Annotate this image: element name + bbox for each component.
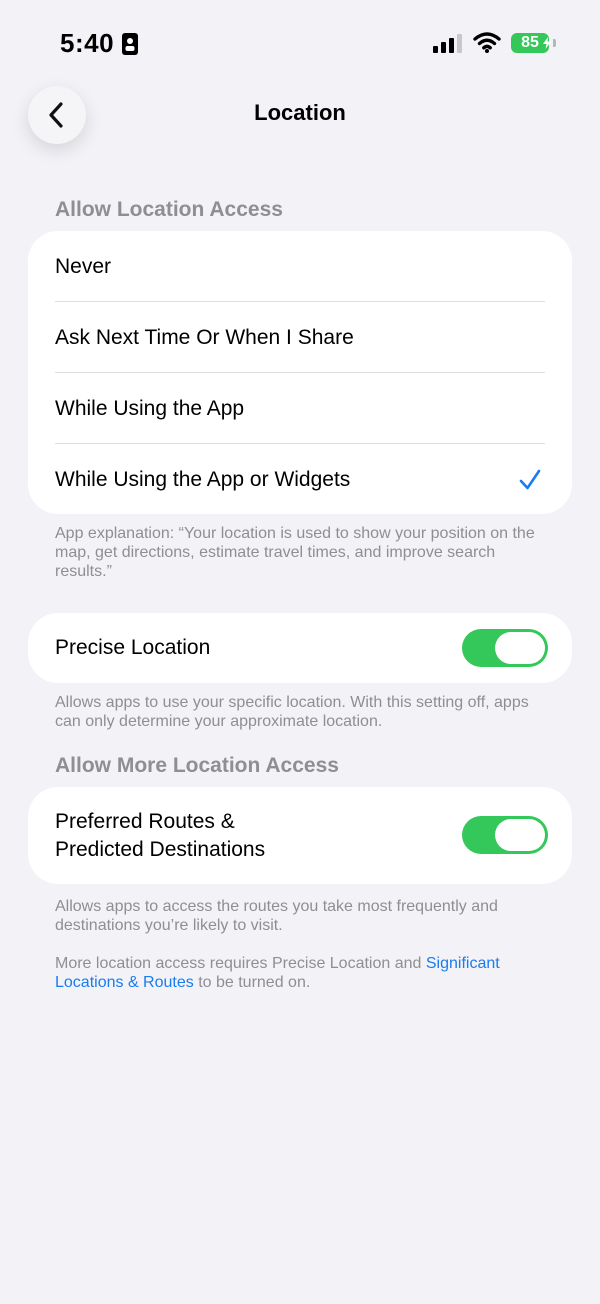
option-label: Ask Next Time Or When I Share — [55, 325, 354, 349]
preferred-routes-label-line1: Preferred Routes & — [55, 809, 235, 833]
option-while-using-app[interactable]: While Using the App — [28, 373, 572, 444]
section-header-allow-more-location-access: Allow More Location Access — [55, 754, 339, 777]
option-never[interactable]: Never — [28, 231, 572, 302]
toggle-knob — [495, 632, 545, 664]
requirement-prefix: More location access requires Precise Lo… — [55, 955, 426, 972]
precise-location-label: Precise Location — [55, 636, 211, 659]
preferred-routes-footnote: Allows apps to access the routes you tak… — [55, 898, 498, 934]
requirement-note: More location access requires Precise Lo… — [55, 954, 555, 992]
status-time: 5:40 — [60, 28, 139, 59]
battery-tip — [553, 39, 556, 47]
charging-bolt-icon — [543, 37, 551, 49]
precise-location-toggle[interactable] — [462, 629, 548, 667]
time-label: 5:40 — [60, 28, 115, 58]
app-explanation: App explanation: “Your location is used … — [55, 525, 535, 580]
option-label: While Using the App or Widgets — [55, 467, 351, 491]
status-indicators: 85 — [433, 32, 556, 54]
option-label: While Using the App — [55, 396, 245, 420]
preferred-routes-row: Preferred Routes & Predicted Destination… — [28, 787, 572, 884]
cellular-signal-icon — [433, 34, 462, 53]
precise-location-card: Precise Location — [28, 613, 572, 683]
status-bar: 5:40 85 — [0, 0, 600, 90]
location-access-options: Never Ask Next Time Or When I Share Whil… — [28, 231, 572, 514]
option-ask-next-time[interactable]: Ask Next Time Or When I Share — [28, 302, 572, 373]
page-title: Location — [254, 100, 346, 125]
preferred-routes-label-line2: Predicted Destinations — [55, 837, 266, 861]
option-label: Never — [55, 254, 112, 278]
contact-card-icon — [122, 32, 139, 55]
checkmark-icon — [519, 469, 541, 490]
preferred-routes-label: Preferred Routes & Predicted Destination… — [55, 808, 265, 864]
preferred-routes-card: Preferred Routes & Predicted Destination… — [28, 787, 572, 884]
preferred-routes-toggle[interactable] — [462, 816, 548, 854]
requirement-suffix: to be turned on. — [193, 974, 311, 991]
battery-indicator: 85 — [511, 33, 556, 53]
wifi-icon — [473, 32, 501, 53]
precise-location-footnote: Allows apps to use your specific locatio… — [55, 694, 529, 730]
precise-location-row: Precise Location — [28, 613, 572, 683]
option-while-using-app-or-widgets[interactable]: While Using the App or Widgets — [28, 444, 572, 514]
section-header-allow-location-access: Allow Location Access — [55, 198, 283, 221]
toggle-knob — [495, 819, 545, 851]
